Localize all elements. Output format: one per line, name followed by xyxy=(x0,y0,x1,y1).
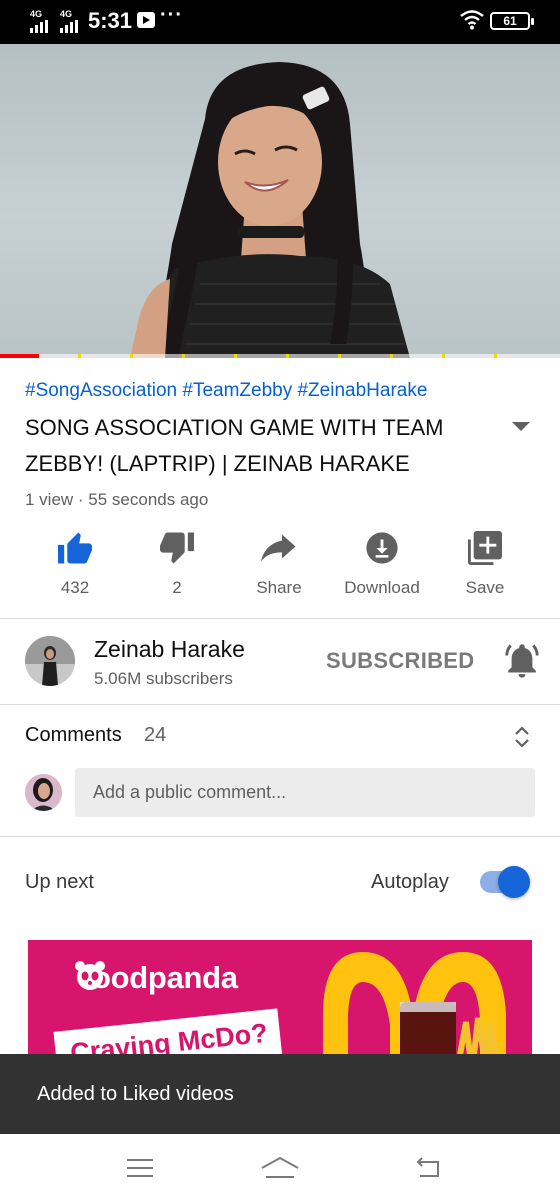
ad-marker xyxy=(130,354,133,358)
download-button[interactable]: Download xyxy=(330,528,434,598)
ad-marker xyxy=(338,354,341,358)
clock: 5:31 xyxy=(88,8,133,33)
status-bar: 4G 4G 5:31 ··· 61 xyxy=(0,0,560,44)
share-icon xyxy=(261,534,296,562)
ad-marker xyxy=(234,354,237,358)
video-stats: 1 view · 55 seconds ago xyxy=(25,490,209,509)
signal-icon xyxy=(30,20,48,33)
autoplay-toggle-knob[interactable] xyxy=(498,866,530,898)
up-next-label: Up next xyxy=(25,871,94,893)
foodpanda-logo: foodpanda xyxy=(74,960,238,996)
dislike-icon xyxy=(160,532,194,564)
divider xyxy=(0,618,560,619)
sort-icon[interactable] xyxy=(512,724,532,750)
menu-icon[interactable] xyxy=(127,1158,153,1178)
ad-marker xyxy=(78,354,81,358)
snackbar: Added to Liked videos xyxy=(0,1054,560,1134)
like-button[interactable]: 432 xyxy=(23,528,127,598)
channel-avatar[interactable] xyxy=(25,636,75,686)
subscribed-button[interactable]: SUBSCRIBED xyxy=(326,648,474,674)
video-frame xyxy=(130,62,410,358)
notification-bell-icon[interactable] xyxy=(505,643,539,679)
system-nav-bar xyxy=(0,1134,560,1200)
action-bar: 432 2 Share Download Save xyxy=(0,528,560,614)
panda-icon xyxy=(75,961,105,990)
video-hashtags[interactable]: #SongAssociation #TeamZebby #ZeinabHarak… xyxy=(25,380,427,402)
divider xyxy=(0,836,560,837)
avatar xyxy=(25,636,75,686)
expand-description-icon[interactable] xyxy=(512,422,530,431)
channel-name[interactable]: Zeinab Harake xyxy=(94,636,245,663)
share-label: Share xyxy=(256,578,302,597)
save-button[interactable]: Save xyxy=(433,528,537,598)
youtube-notification-icon xyxy=(137,12,155,28)
up-next-video-thumbnail[interactable]: foodpanda Craving McDo? xyxy=(28,940,532,1055)
home-icon[interactable] xyxy=(260,1156,300,1180)
autoplay-label: Autoplay xyxy=(371,871,449,893)
signal-icon xyxy=(60,20,78,33)
more-notifications-icon: ··· xyxy=(160,4,183,26)
video-player[interactable] xyxy=(0,44,560,358)
progress-fill xyxy=(0,354,40,358)
ad-marker xyxy=(442,354,445,358)
ad-marker xyxy=(390,354,393,358)
snackbar-message: Added to Liked videos xyxy=(37,1083,234,1105)
subscriber-count: 5.06M subscribers xyxy=(94,669,233,688)
battery-indicator: 61 xyxy=(490,12,534,30)
avatar xyxy=(25,774,62,811)
share-button[interactable]: Share xyxy=(227,528,331,598)
dislike-count: 2 xyxy=(172,578,182,597)
wifi-icon xyxy=(460,10,484,30)
divider xyxy=(0,704,560,705)
download-label: Download xyxy=(344,578,420,597)
video-progress-bar[interactable] xyxy=(0,354,560,358)
download-icon xyxy=(366,532,398,564)
user-avatar xyxy=(25,774,62,811)
back-icon[interactable] xyxy=(414,1156,442,1180)
network-type-2: 4G xyxy=(60,9,73,19)
like-count: 432 xyxy=(60,578,90,597)
comments-label[interactable]: Comments xyxy=(25,724,122,747)
network-type-1: 4G xyxy=(30,9,43,19)
comment-input[interactable]: Add a public comment... xyxy=(75,768,535,817)
save-playlist-icon xyxy=(468,531,502,565)
ad-marker xyxy=(182,354,185,358)
like-icon xyxy=(58,532,92,564)
video-title[interactable]: SONG ASSOCIATION GAME WITH TEAM ZEBBY! (… xyxy=(25,410,495,482)
ad-marker xyxy=(494,354,497,358)
comments-count: 24 xyxy=(144,724,167,746)
dislike-button[interactable]: 2 xyxy=(125,528,229,598)
save-label: Save xyxy=(465,578,505,597)
ad-marker xyxy=(286,354,289,358)
